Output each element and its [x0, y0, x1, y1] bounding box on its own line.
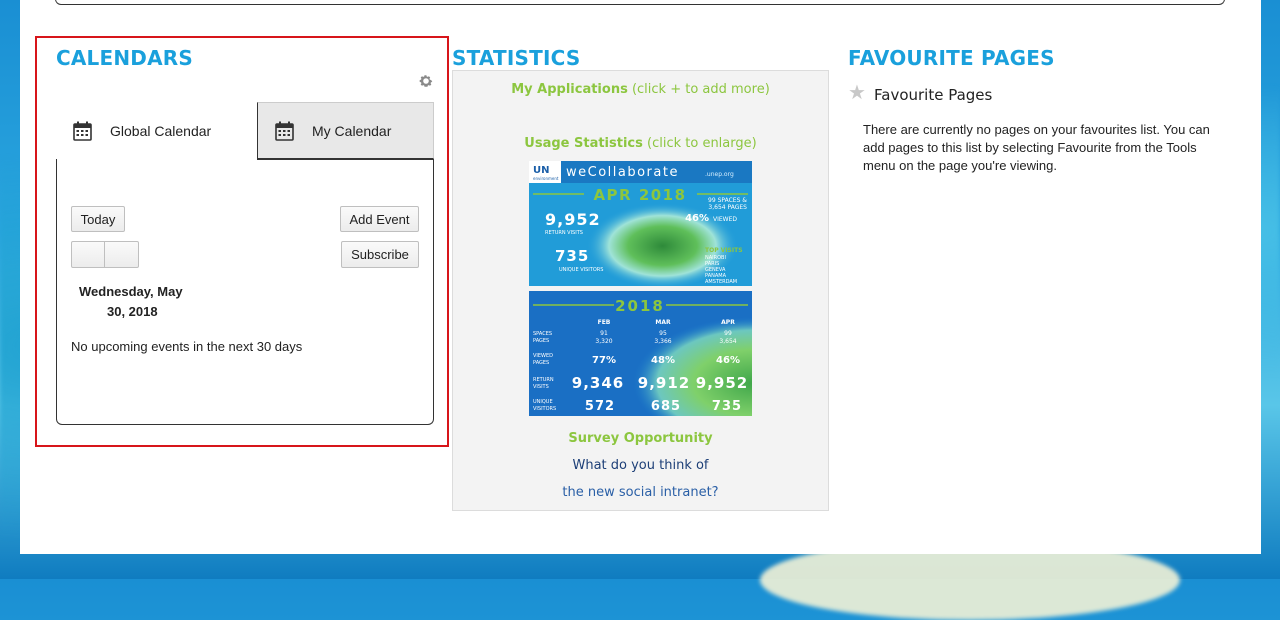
my-applications-link[interactable]: My Applications	[511, 82, 628, 97]
tab-global-calendar[interactable]: Global Calendar	[56, 102, 257, 159]
banner-return-visits-value: 9,952	[545, 210, 601, 229]
no-events-text: No upcoming events in the next 30 days	[71, 339, 303, 354]
statistics-heading: STATISTICS	[452, 46, 581, 70]
usage-statistics-line: Usage Statistics (click to enlarge)	[452, 136, 829, 151]
banner-logo-sub: environment	[533, 176, 559, 181]
banner-viewed-label: VIEWED	[713, 216, 737, 223]
divider	[257, 159, 434, 160]
survey-title: Survey Opportunity	[568, 431, 713, 446]
tab-my-calendar-label: My Calendar	[312, 122, 392, 139]
banner2-value: 3,366	[654, 338, 671, 345]
tab-global-calendar-label: Global Calendar	[110, 122, 212, 139]
banner2-row-label: VISITS	[533, 384, 549, 390]
today-button[interactable]: Today	[71, 206, 125, 232]
banner2-row-label: PAGES	[533, 338, 549, 344]
star-icon: ★	[848, 82, 866, 104]
banner-spaces-2: 3,654 PAGES	[708, 204, 747, 211]
banner2-value: 48%	[651, 355, 675, 366]
banner-top-visits-label: TOP VISITS	[705, 247, 743, 254]
subscribe-button[interactable]: Subscribe	[341, 241, 419, 268]
banner-return-visits-label: RETURN VISITS	[545, 230, 583, 236]
usage-statistics-label: Usage Statistics	[524, 136, 643, 151]
banner-logo: UN	[533, 165, 550, 176]
favourite-pages-heading: FAVOURITE PAGES	[848, 46, 1055, 70]
banner2-value: 9,912	[638, 374, 690, 392]
banner2-value: 91	[600, 330, 608, 337]
banner-brand: weCollaborate	[566, 165, 679, 180]
banner2-row-label: UNIQUE	[533, 399, 553, 405]
banner2-month: MAR	[655, 319, 671, 326]
calendar-icon	[73, 121, 92, 141]
favourites-empty-text: There are currently no pages on your fav…	[863, 122, 1210, 173]
banner-city: AMSTERDAM	[705, 279, 737, 285]
date-line-2: 30, 2018	[107, 304, 158, 319]
banner2-value: 77%	[592, 355, 616, 366]
banner2-row-label: PAGES	[533, 360, 549, 366]
banner2-value: 572	[585, 399, 615, 414]
banner2-value: 3,654	[719, 338, 736, 345]
banner2-value: 3,320	[595, 338, 612, 345]
calendar-tabs: Global Calendar My Calendar	[56, 102, 434, 160]
my-applications-hint: (click + to add more)	[631, 82, 770, 97]
banner-spaces-1: 99 SPACES &	[708, 197, 747, 204]
gear-icon[interactable]	[418, 73, 434, 89]
banner2-value: 46%	[716, 355, 740, 366]
survey-question: What do you think of	[572, 458, 709, 473]
tab-my-calendar[interactable]: My Calendar	[257, 102, 434, 159]
banner2-year: 2018	[615, 297, 665, 315]
add-event-button[interactable]: Add Event	[340, 206, 419, 232]
top-panel-edge	[55, 0, 1225, 5]
banner2-value: 95	[659, 330, 667, 337]
next-button[interactable]	[104, 241, 139, 268]
calendar-icon	[275, 121, 294, 141]
banner2-value: 9,952	[696, 374, 748, 392]
banner2-row-label: SPACES	[533, 331, 552, 337]
banner2-value: 685	[651, 399, 681, 414]
content-page: CALENDARS Global Calendar My Calendar To…	[20, 0, 1261, 554]
banner2-value: 99	[724, 330, 732, 337]
banner2-month: APR	[721, 319, 735, 326]
previous-button[interactable]	[71, 241, 105, 268]
banner-unique-visitors-label: UNIQUE VISITORS	[559, 267, 603, 273]
survey-link[interactable]: the new social intranet?	[452, 485, 829, 500]
favourite-pages-title: Favourite Pages	[874, 86, 993, 104]
banner2-row-label: RETURN	[533, 377, 554, 383]
usage-statistics-hint: (click to enlarge)	[647, 136, 757, 151]
banner-brand-domain: .unep.org	[705, 171, 734, 178]
banner2-value: 9,346	[572, 374, 624, 392]
banner2-month: FEB	[598, 319, 611, 326]
banner-viewed-value: 46%	[685, 213, 709, 224]
banner2-row-label: VIEWED	[533, 353, 553, 359]
usage-stats-image-apr[interactable]: UN environment weCollaborate .unep.org A…	[529, 161, 752, 286]
date-line-1: Wednesday, May	[79, 284, 183, 299]
banner-period: APR 2018	[593, 186, 686, 204]
usage-stats-image-2018[interactable]: 2018 FEB MAR APR SPACES PAGES VIEWED PAG…	[529, 291, 752, 416]
banner2-row-label: VISITORS	[533, 406, 556, 412]
banner2-value: 735	[712, 399, 742, 414]
my-applications-line: My Applications (click + to add more)	[452, 82, 829, 97]
banner-unique-visitors-value: 735	[555, 247, 589, 265]
